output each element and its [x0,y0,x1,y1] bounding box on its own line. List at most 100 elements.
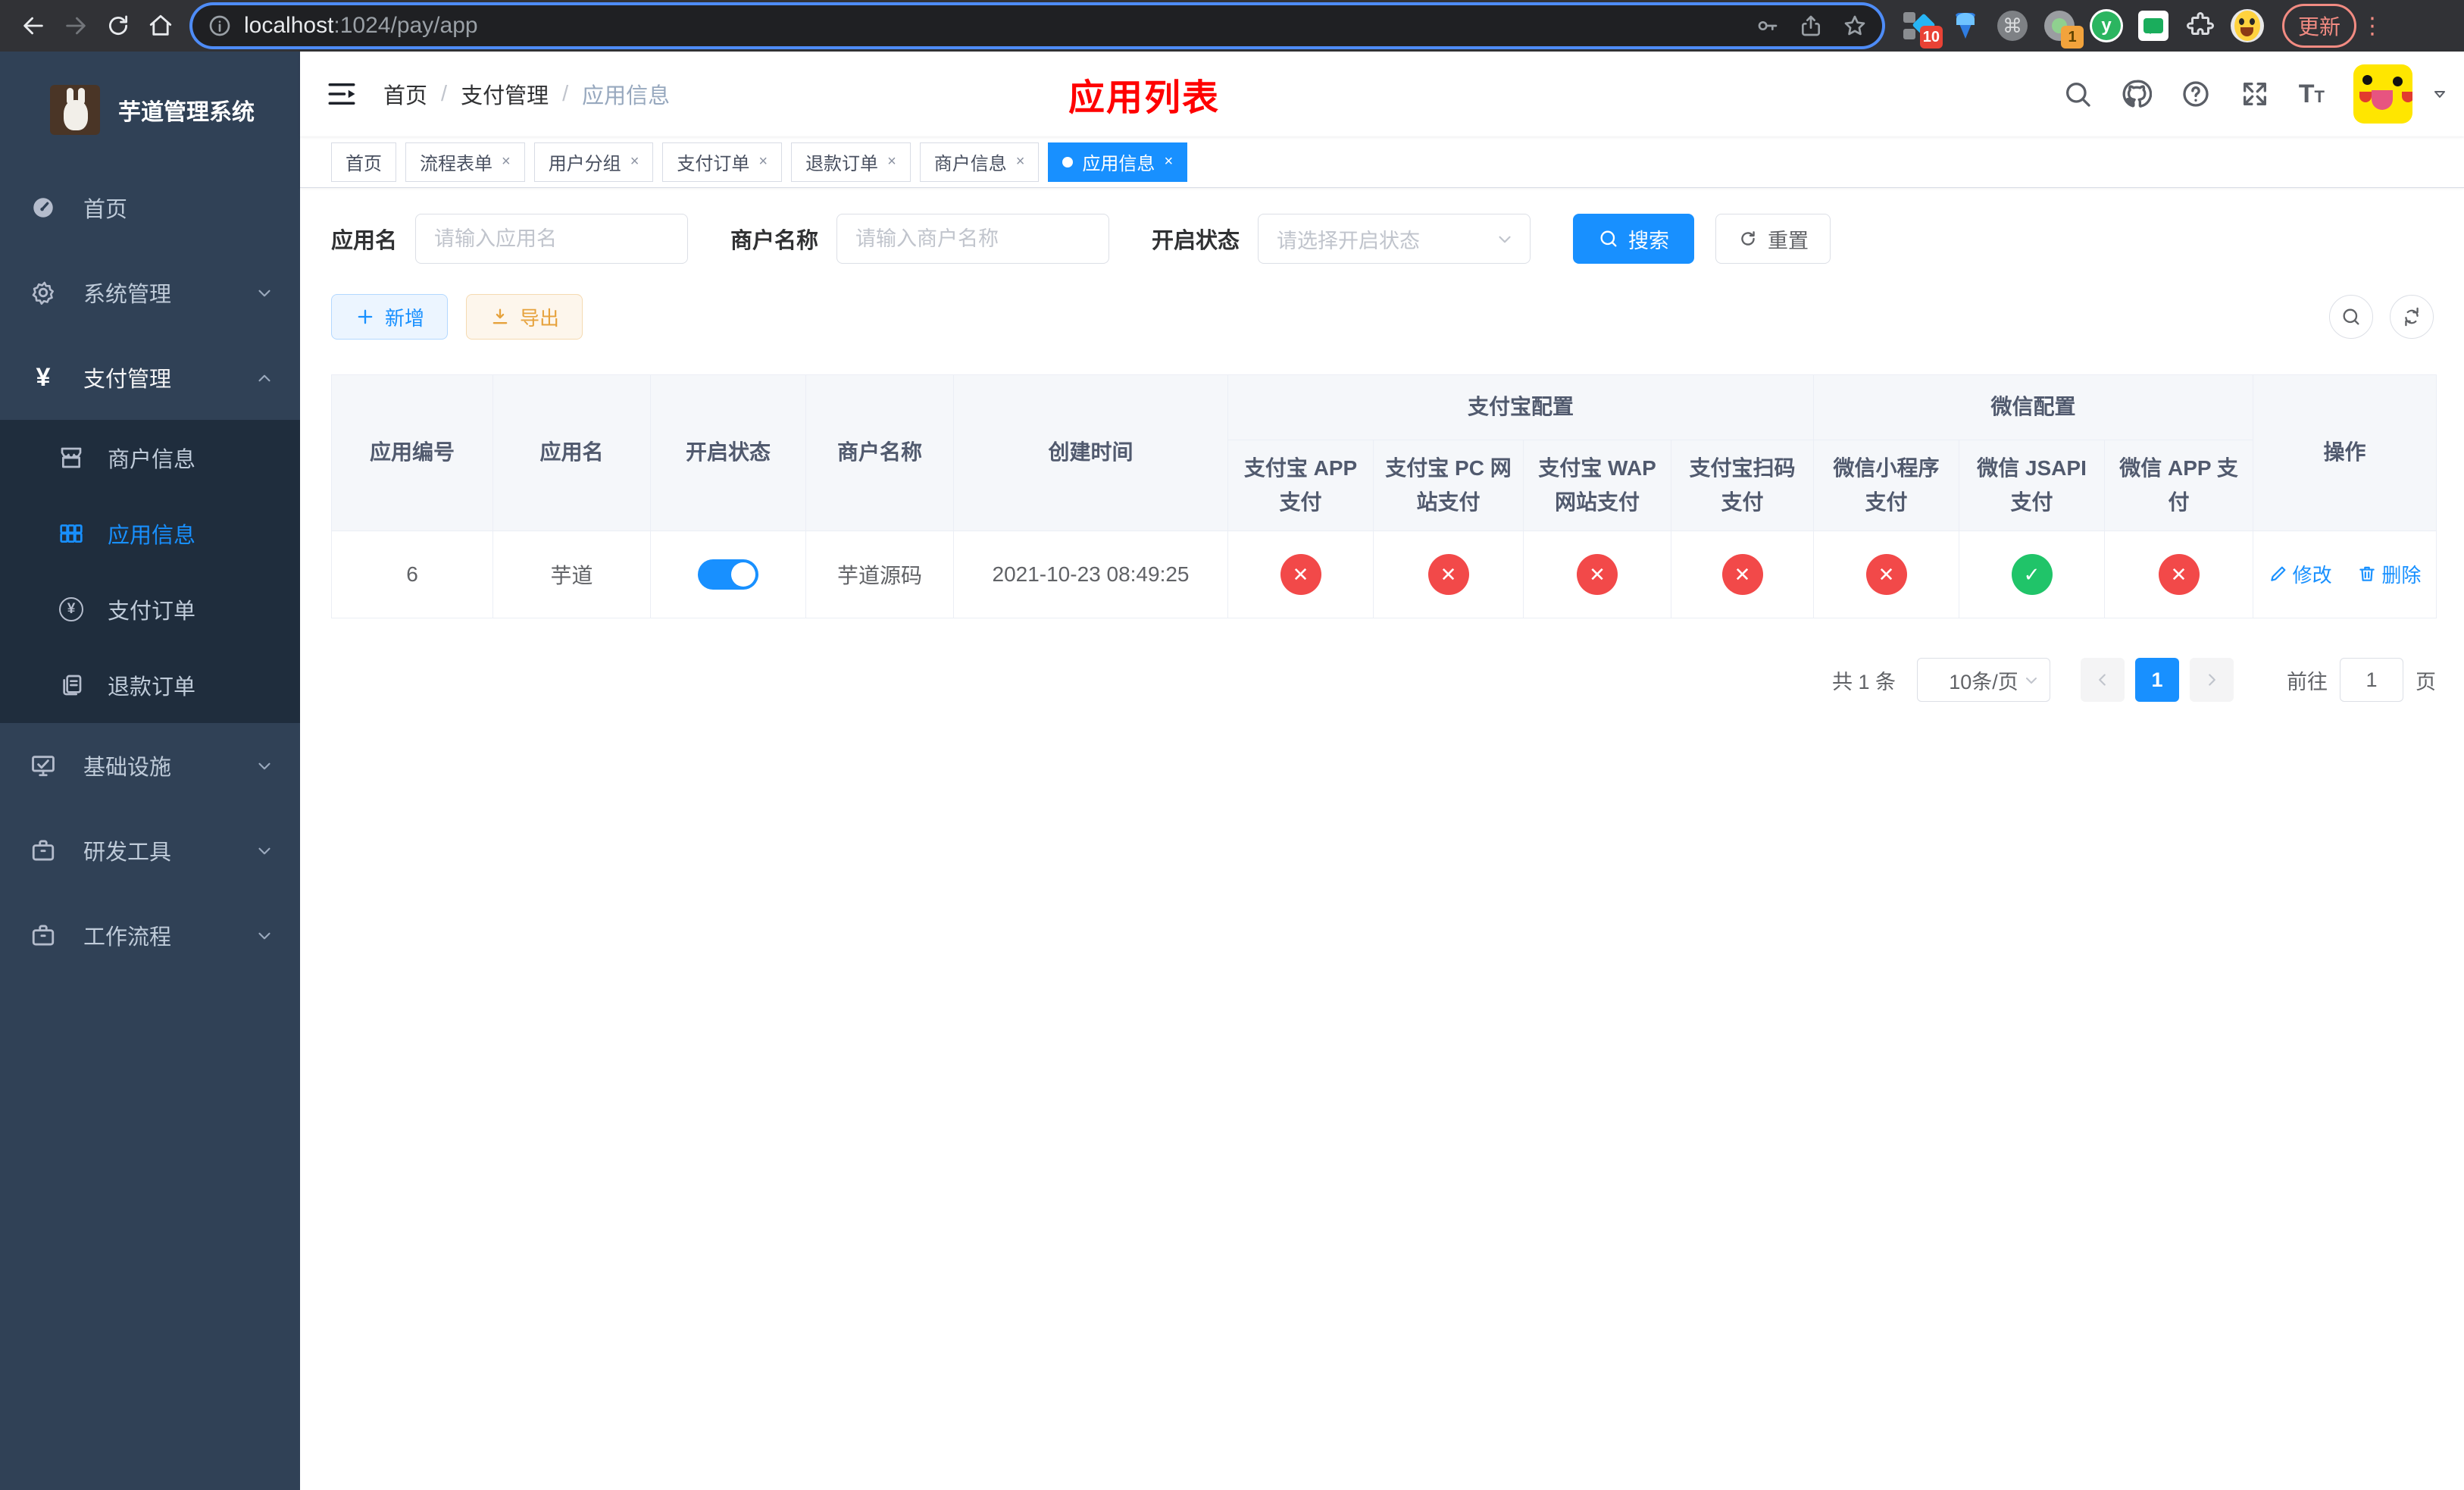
toggle-search-button[interactable] [2329,295,2373,339]
help-icon[interactable] [2181,79,2211,109]
export-button[interactable]: 导出 [466,294,583,340]
password-key-icon[interactable] [1755,14,1779,38]
extension-badge: 1 [2061,26,2084,49]
delete-button[interactable]: 删除 [2357,560,2421,588]
share-icon[interactable] [1799,14,1823,38]
browser-home-button[interactable] [139,5,182,47]
sidebar-item-refund-order[interactable]: 退款订单 [0,647,300,723]
sidebar-item-app[interactable]: 应用信息 [0,496,300,571]
main-area: 首页 / 支付管理 / 应用信息 应用列表 TT 首页 流程表单 × 用户分组 × … [300,52,2464,1490]
col-header-alipay-wap: 支付宝 WAP 网站支付 [1523,440,1671,531]
yen-icon: ¥ [36,363,51,392]
tab-user-group[interactable]: 用户分组 × [533,142,654,182]
wechat-jsapi-status-icon[interactable]: ✓ [2011,554,2053,595]
page-size-select[interactable]: 10条/页 [1917,658,2050,702]
github-icon[interactable] [2122,79,2152,109]
extension-pin-icon[interactable] [1949,9,1982,42]
sidebar-item-pay-order[interactable]: ¥ 支付订单 [0,571,300,647]
breadcrumb-home[interactable]: 首页 [383,78,427,110]
tab-app-info[interactable]: 应用信息 × [1048,142,1188,182]
edit-button[interactable]: 修改 [2269,560,2332,588]
close-icon[interactable]: × [1016,153,1025,171]
col-header-wechat-jsapi: 微信 JSAPI 支付 [1959,440,2106,531]
app-name-input[interactable] [415,214,689,264]
status-label: 开启状态 [1152,229,1240,253]
profile-avatar-icon[interactable] [2231,9,2264,42]
refresh-table-button[interactable] [2390,295,2434,339]
alipay-app-status-icon[interactable]: ✕ [1280,554,1321,595]
table-toolbar: 新增 导出 [331,294,2434,340]
wechat-app-status-icon[interactable]: ✕ [2158,554,2200,595]
app-logo[interactable]: 芋道管理系统 [0,52,300,165]
chrome-menu-icon[interactable]: ⋮ [2361,13,2384,39]
sidebar-item-system[interactable]: 系统管理 [0,250,300,335]
browser-back-button[interactable] [12,5,55,47]
cell-app-name: 芋道 [492,531,651,618]
add-button[interactable]: 新增 [331,294,449,340]
bookmark-star-icon[interactable] [1843,14,1867,38]
merchant-name-input[interactable] [836,214,1110,264]
tab-refund-order[interactable]: 退款订单 × [791,142,911,182]
sidebar-item-workflow[interactable]: 工作流程 [0,893,300,978]
sidebar-item-label: 研发工具 [83,840,172,865]
search-icon[interactable] [2062,79,2093,109]
user-avatar[interactable] [2353,64,2412,124]
tab-process-form[interactable]: 流程表单 × [405,142,525,182]
browser-forward-button[interactable] [55,5,97,47]
breadcrumb-pay[interactable]: 支付管理 [461,78,549,110]
table-row: 6 芋道 芋道源码 2021-10-23 08:49:25 ✕ ✕ ✕ ✕ ✕ … [331,531,2437,618]
tab-merchant[interactable]: 商户信息 × [919,142,1040,182]
tab-pay-order[interactable]: 支付订单 × [662,142,783,182]
filter-form: 应用名 商户名称 开启状态 请选择开启状态 搜索 重置 [331,214,2434,264]
sidebar-item-label: 系统管理 [83,283,172,307]
col-header-alipay-pc: 支付宝 PC 网站支付 [1373,440,1524,531]
close-icon[interactable]: × [758,153,768,171]
extension-pinned-tabs-icon[interactable]: 10 [1902,9,1943,49]
status-toggle[interactable] [698,559,758,590]
extension-proxy-icon[interactable]: 1 [2043,9,2084,49]
app-title: 芋道管理系统 [118,100,255,125]
next-page-button[interactable] [2190,658,2234,702]
active-dot [1062,156,1074,167]
page-number-button[interactable]: 1 [2135,658,2179,702]
extensions-puzzle-icon[interactable] [2184,9,2217,42]
sidebar-item-pay[interactable]: ¥ 支付管理 [0,335,300,420]
sidebar-item-devtool[interactable]: 研发工具 [0,808,300,893]
browser-reload-button[interactable] [97,5,139,47]
chrome-update-button[interactable]: 更新 [2282,4,2357,48]
alipay-pc-status-icon[interactable]: ✕ [1427,554,1469,595]
sidebar-item-home[interactable]: 首页 [0,165,300,250]
font-size-icon[interactable]: TT [2299,81,2325,107]
chevron-down-icon [1495,227,1515,251]
status-select[interactable]: 请选择开启状态 [1258,214,1531,264]
caret-down-icon[interactable] [2431,85,2449,103]
extension-y-icon[interactable]: y [2090,9,2123,42]
sidebar-item-infra[interactable]: 基础设施 [0,723,300,808]
close-icon[interactable]: × [502,153,511,171]
alipay-qr-status-icon[interactable]: ✕ [1721,554,1763,595]
sidebar-item-label: 支付订单 [108,599,196,624]
fullscreen-icon[interactable] [2240,79,2270,109]
extension-command-icon[interactable]: ⌘ [1996,9,2029,42]
prev-page-button[interactable] [2081,658,2125,702]
dashboard-icon [30,195,56,221]
cell-created-time: 2021-10-23 08:49:25 [953,531,1228,618]
site-info-icon[interactable] [208,14,232,38]
col-header-alipay-app: 支付宝 APP 支付 [1227,440,1374,531]
search-button[interactable]: 搜索 [1573,214,1695,264]
alipay-wap-status-icon[interactable]: ✕ [1577,554,1618,595]
cell-actions: 修改 删除 [2253,531,2437,618]
sidebar-item-merchant[interactable]: 商户信息 [0,420,300,496]
close-icon[interactable]: × [1164,153,1173,171]
sidebar-fold-icon[interactable] [326,78,358,110]
wechat-mini-status-icon[interactable]: ✕ [1865,554,1907,595]
close-icon[interactable]: × [887,153,896,171]
reset-button[interactable]: 重置 [1715,214,1831,264]
close-icon[interactable]: × [630,153,639,171]
address-bar[interactable]: localhost:1024/pay/app [192,5,1882,46]
extension-chat-icon[interactable] [2137,9,2170,42]
col-header-id: 应用编号 [331,374,493,531]
goto-page-input[interactable] [2340,658,2403,702]
tab-home[interactable]: 首页 [331,142,396,182]
url-text: localhost:1024/pay/app [244,13,478,38]
